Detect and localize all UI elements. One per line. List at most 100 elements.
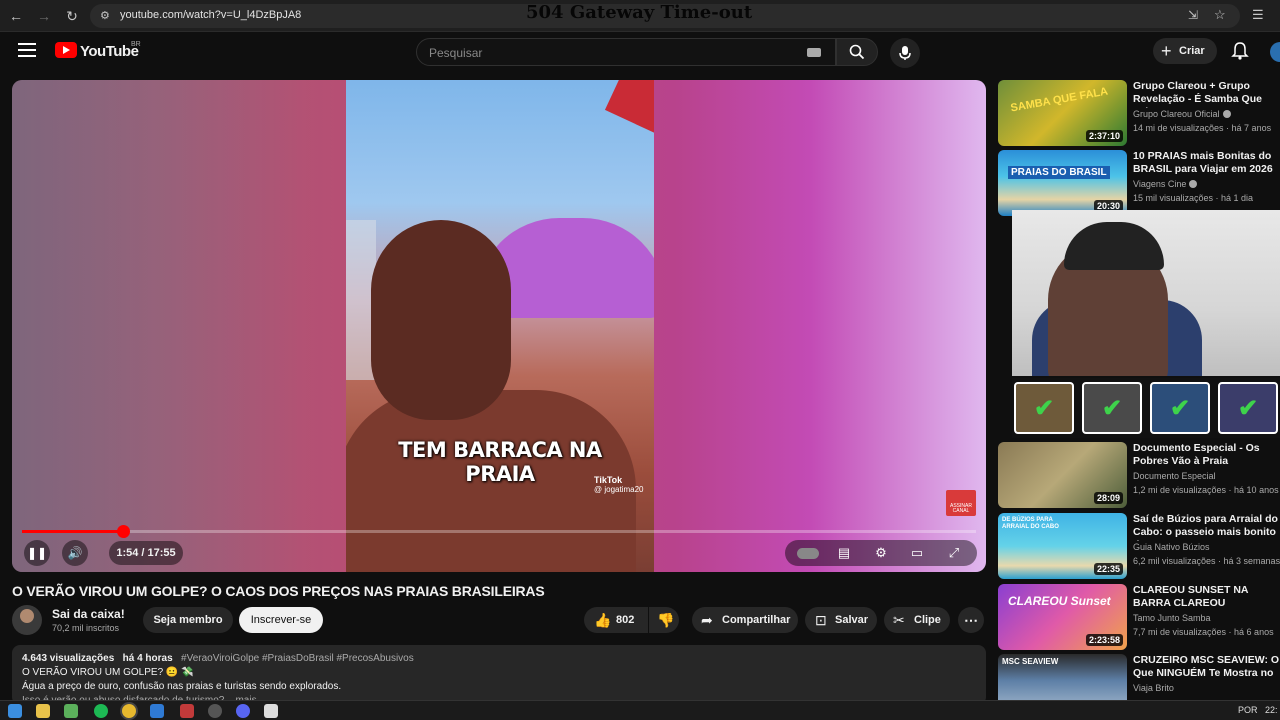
recommended-video[interactable]: 28:09 Documento Especial - Os Pobres Vão…	[998, 442, 1280, 508]
subscribe-button[interactable]: Inscrever-se	[239, 607, 323, 633]
channel-avatar[interactable]	[12, 605, 42, 635]
description-line: Água a preço de ouro, confusão nas praia…	[22, 681, 342, 692]
app-icon[interactable]	[264, 704, 278, 718]
notifications-bell-icon[interactable]	[1230, 41, 1250, 61]
subtitles-icon[interactable]: ▤	[835, 545, 853, 561]
video-player[interactable]: TEM BARRACA NA PRAIA TikTok @ jogatima20…	[12, 80, 986, 572]
forward-icon[interactable]: →	[34, 6, 54, 26]
like-count: 802	[616, 614, 635, 626]
subscribe-channel-badge[interactable]: ASSINAR CANAL	[946, 490, 976, 516]
recommended-video[interactable]: PRAIAS DO BRASIL 20:30 10 PRAIAS mais Bo…	[998, 150, 1280, 216]
video-title[interactable]: Documento Especial - Os Pobres Vão à Pra…	[1133, 442, 1280, 468]
menu-icon[interactable]	[18, 43, 36, 57]
description-box[interactable]: 4.643 visualizações há 4 horas #VeraoVir…	[12, 645, 986, 705]
settings-gear-icon[interactable]: ⚙	[872, 545, 890, 561]
checkmark-icon: ✔	[1238, 395, 1259, 422]
search-button[interactable]	[836, 38, 878, 66]
recommended-video[interactable]: SAMBA QUE FALA 2:37:10 Grupo Clareou + G…	[998, 80, 1280, 146]
bookmark-icon: ⊡	[815, 612, 827, 628]
thumbnail-text: DE BÚZIOS PARA ARRAIAL DO CABO	[1002, 517, 1059, 530]
file-explorer-icon[interactable]	[36, 704, 50, 718]
back-icon[interactable]: ←	[6, 6, 26, 26]
save-button[interactable]: ⊡ Salvar	[805, 607, 877, 633]
thumbnail-text: CLAREOU Sunset	[1008, 594, 1111, 608]
youtube-logo-icon[interactable]	[55, 42, 77, 58]
verified-icon	[1222, 110, 1231, 118]
like-button[interactable]: 👍 802	[584, 607, 648, 633]
search-input[interactable]: Pesquisar	[416, 38, 836, 66]
create-button[interactable]: + Criar	[1153, 38, 1217, 64]
recommended-video[interactable]: CLAREOU Sunset 2:23:58 CLAREOU SUNSET NA…	[998, 584, 1280, 650]
thumbnail-text: PRAIAS DO BRASIL	[1008, 166, 1110, 179]
dislike-button[interactable]: 👎	[649, 607, 679, 633]
youtube-logo-text[interactable]: YouTube	[80, 43, 139, 60]
video-meta: 6,2 mil visualizações · há 3 semanas	[1133, 556, 1280, 566]
channel-name: Viagens Cine	[1133, 179, 1198, 189]
site-info-icon[interactable]: ⚙	[100, 9, 110, 22]
video-thumbnail[interactable]: DE BÚZIOS PARA ARRAIAL DO CABO 22:35	[998, 513, 1127, 579]
account-avatar[interactable]	[1270, 42, 1280, 62]
language-indicator[interactable]: POR	[1238, 705, 1258, 715]
hashtags[interactable]: #VeraoViroiGolpe #PraiasDoBrasil #Precos…	[181, 653, 414, 664]
video-title[interactable]: 10 PRAIAS mais Bonitas do BRASIL para Vi…	[1133, 150, 1280, 176]
theater-mode-icon[interactable]: ▭	[908, 545, 926, 561]
video-thumbnail[interactable]: CLAREOU Sunset 2:23:58	[998, 584, 1127, 650]
video-thumbnail[interactable]: MSC SEAVIEW	[998, 654, 1127, 700]
alert-tiles: ✔ ✔ ✔ ✔	[1012, 378, 1280, 438]
create-label: Criar	[1179, 45, 1205, 57]
channel-name[interactable]: Sai da caixa!	[52, 607, 125, 621]
url-text: youtube.com/watch?v=U_l4DzBpJA8	[120, 9, 302, 21]
app-icon[interactable]	[150, 704, 164, 718]
video-meta: 15 mil visualizações · há 1 dia	[1133, 193, 1254, 203]
mute-button[interactable]: 🔊	[62, 540, 88, 566]
search-placeholder: Pesquisar	[429, 46, 483, 60]
channel-name: Viaja Brito	[1133, 683, 1174, 693]
video-meta: 1,2 mi de visualizações · há 10 anos	[1133, 485, 1279, 495]
autoplay-toggle[interactable]	[797, 548, 819, 559]
more-actions-button[interactable]: ⋯	[958, 607, 984, 633]
alert-tile: ✔	[1150, 382, 1210, 434]
tiktok-handle: @ jogatima20	[594, 485, 644, 494]
app-icon[interactable]	[64, 704, 78, 718]
video-title[interactable]: Grupo Clareou + Grupo Revelação - É Samb…	[1133, 80, 1280, 108]
channel-name: Tamo Junto Samba	[1133, 613, 1211, 623]
clip-button[interactable]: ✂ Clipe	[884, 607, 950, 633]
clip-label: Clipe	[914, 614, 941, 626]
reading-list-icon[interactable]: ☰	[1252, 7, 1264, 23]
video-thumbnail[interactable]: PRAIAS DO BRASIL 20:30	[998, 150, 1127, 216]
fullscreen-icon[interactable]: ⤢	[945, 545, 963, 561]
spotify-icon[interactable]	[94, 704, 108, 718]
video-thumbnail[interactable]: 28:09	[998, 442, 1127, 508]
recommended-video[interactable]: DE BÚZIOS PARA ARRAIAL DO CABO 22:35 Saí…	[998, 513, 1280, 579]
video-title[interactable]: CRUZEIRO MSC SEAVIEW: O Que NINGUÉM Te M…	[1133, 654, 1280, 682]
share-button[interactable]: ➦ Compartilhar	[692, 607, 798, 633]
alert-tile: ✔	[1082, 382, 1142, 434]
scissors-icon: ✂	[893, 612, 905, 628]
clock[interactable]: 22:	[1265, 705, 1278, 715]
install-app-icon[interactable]: ⇲	[1188, 8, 1198, 22]
windows-taskbar: POR 22:	[0, 700, 1280, 720]
chrome-icon[interactable]	[122, 704, 136, 718]
video-thumbnail[interactable]: SAMBA QUE FALA 2:37:10	[998, 80, 1127, 146]
share-icon: ➦	[701, 612, 713, 628]
video-duration: 22:35	[1093, 563, 1123, 575]
video-title[interactable]: Saí de Búzios para Arraial do Cabo: o pa…	[1133, 513, 1280, 541]
keyboard-icon[interactable]	[807, 48, 821, 57]
obs-icon[interactable]	[208, 704, 222, 718]
progress-bar[interactable]	[22, 525, 976, 538]
more-icon: ⋯	[964, 612, 978, 628]
voice-search-button[interactable]	[890, 38, 920, 68]
pause-button[interactable]: ❚❚	[24, 540, 50, 566]
start-icon[interactable]	[8, 704, 22, 718]
reload-icon[interactable]: ↻	[62, 6, 82, 26]
discord-icon[interactable]	[236, 704, 250, 718]
video-title[interactable]: CLAREOU SUNSET NA BARRA CLAREOU	[1133, 584, 1280, 610]
microphone-icon	[899, 46, 911, 60]
join-button[interactable]: Seja membro	[143, 607, 233, 633]
bookmark-star-icon[interactable]: ☆	[1214, 7, 1226, 23]
recommended-video[interactable]: MSC SEAVIEW CRUZEIRO MSC SEAVIEW: O Que …	[998, 654, 1280, 700]
view-count: 4.643 visualizações	[22, 653, 115, 664]
app-icon[interactable]	[180, 704, 194, 718]
volume-icon: 🔊	[67, 546, 83, 560]
video-meta: 14 mi de visualizações · há 7 anos	[1133, 123, 1272, 133]
